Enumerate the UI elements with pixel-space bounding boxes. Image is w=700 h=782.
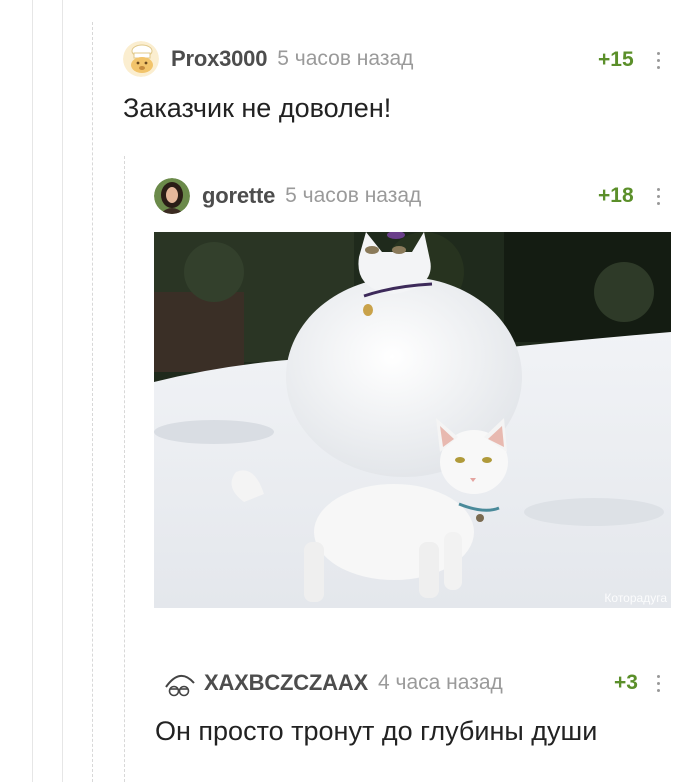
thread-line — [32, 0, 33, 782]
image-watermark: Которадуга — [604, 591, 667, 605]
comment-time[interactable]: 5 часов назад — [277, 47, 413, 71]
comment-rating: +15 — [598, 48, 634, 71]
comment-time[interactable]: 4 часа назад — [378, 671, 503, 695]
comment-time[interactable]: 5 часов назад — [285, 184, 421, 208]
thread-line — [92, 22, 94, 782]
comment-text: Он просто тронут до глубины души — [155, 716, 598, 746]
comment-rating: +3 — [614, 671, 638, 694]
comment-header: XAXBCZCZAAX 4 часа назад — [162, 665, 503, 701]
comment-header: Prox3000 5 часов назад — [123, 41, 413, 77]
thread-line — [62, 0, 63, 782]
comment-author[interactable]: XAXBCZCZAAX — [204, 670, 368, 696]
more-options-icon[interactable] — [657, 188, 661, 206]
comment-author[interactable]: Prox3000 — [171, 46, 267, 72]
sleepy-face-avatar-icon[interactable] — [162, 665, 198, 701]
thread-line — [124, 156, 126, 782]
comment-header: gorette 5 часов назад — [154, 178, 421, 214]
comment-rating: +18 — [598, 184, 634, 207]
more-options-icon[interactable] — [657, 52, 661, 70]
more-options-icon[interactable] — [657, 675, 661, 693]
comment-author[interactable]: gorette — [202, 183, 275, 209]
bear-chef-avatar-icon[interactable] — [123, 41, 159, 77]
woman-portrait-avatar-icon[interactable] — [154, 178, 190, 214]
comment-image[interactable]: Которадуга — [154, 232, 671, 608]
comment-text: Заказчик не доволен! — [123, 93, 392, 123]
